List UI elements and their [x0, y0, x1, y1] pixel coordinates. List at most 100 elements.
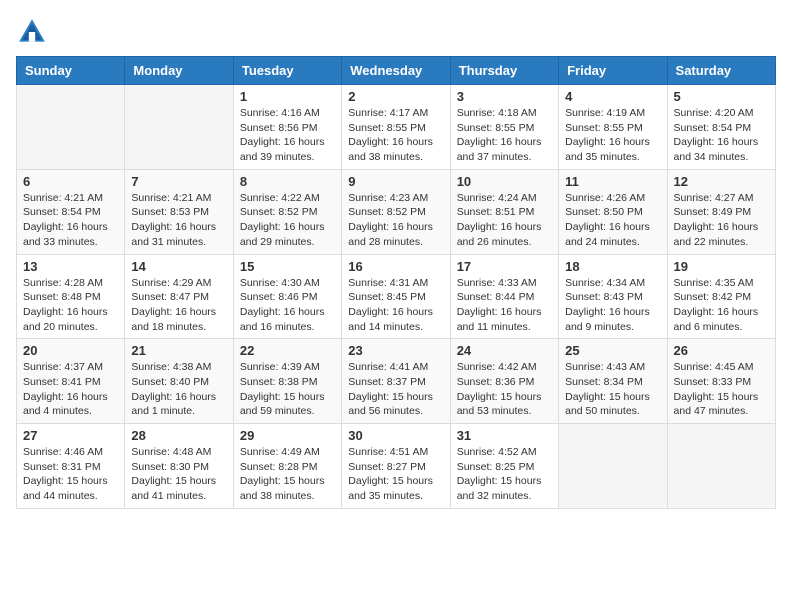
day-number: 29	[240, 428, 335, 443]
day-number: 1	[240, 89, 335, 104]
calendar-cell: 12 Sunrise: 4:27 AM Sunset: 8:49 PM Dayli…	[667, 169, 775, 254]
day-info: Sunrise: 4:51 AM Sunset: 8:27 PM Dayligh…	[348, 445, 443, 504]
weekday-header-sunday: Sunday	[17, 57, 125, 85]
calendar-cell: 20 Sunrise: 4:37 AM Sunset: 8:41 PM Dayli…	[17, 339, 125, 424]
calendar-week-4: 20 Sunrise: 4:37 AM Sunset: 8:41 PM Dayli…	[17, 339, 776, 424]
calendar-cell	[125, 85, 233, 170]
calendar-table: SundayMondayTuesdayWednesdayThursdayFrid…	[16, 56, 776, 509]
day-number: 12	[674, 174, 769, 189]
day-info: Sunrise: 4:21 AM Sunset: 8:54 PM Dayligh…	[23, 191, 118, 250]
calendar-cell: 10 Sunrise: 4:24 AM Sunset: 8:51 PM Dayli…	[450, 169, 558, 254]
day-info: Sunrise: 4:37 AM Sunset: 8:41 PM Dayligh…	[23, 360, 118, 419]
day-info: Sunrise: 4:24 AM Sunset: 8:51 PM Dayligh…	[457, 191, 552, 250]
calendar-cell: 19 Sunrise: 4:35 AM Sunset: 8:42 PM Dayli…	[667, 254, 775, 339]
calendar-cell: 25Sunrise: 4:43 AM Sunset: 8:34 PM Dayli…	[559, 339, 667, 424]
day-number: 26	[674, 343, 769, 358]
day-number: 7	[131, 174, 226, 189]
day-number: 14	[131, 259, 226, 274]
logo	[16, 16, 52, 48]
calendar-cell: 21 Sunrise: 4:38 AM Sunset: 8:40 PM Dayli…	[125, 339, 233, 424]
day-info: Sunrise: 4:29 AM Sunset: 8:47 PM Dayligh…	[131, 276, 226, 335]
day-number: 30	[348, 428, 443, 443]
day-info: Sunrise: 4:35 AM Sunset: 8:42 PM Dayligh…	[674, 276, 769, 335]
calendar-cell: 1 Sunrise: 4:16 AM Sunset: 8:56 PM Daylig…	[233, 85, 341, 170]
day-number: 15	[240, 259, 335, 274]
day-number: 25	[565, 343, 660, 358]
day-info: Sunrise: 4:30 AM Sunset: 8:46 PM Dayligh…	[240, 276, 335, 335]
day-number: 31	[457, 428, 552, 443]
weekday-header-thursday: Thursday	[450, 57, 558, 85]
calendar-cell: 31 Sunrise: 4:52 AM Sunset: 8:25 PM Dayli…	[450, 424, 558, 509]
calendar-cell: 5Sunrise: 4:20 AM Sunset: 8:54 PM Daylig…	[667, 85, 775, 170]
calendar-cell: 29 Sunrise: 4:49 AM Sunset: 8:28 PM Dayli…	[233, 424, 341, 509]
day-info: Sunrise: 4:33 AM Sunset: 8:44 PM Dayligh…	[457, 276, 552, 335]
day-number: 11	[565, 174, 660, 189]
weekday-header-friday: Friday	[559, 57, 667, 85]
day-info: Sunrise: 4:34 AM Sunset: 8:43 PM Dayligh…	[565, 276, 660, 335]
logo-icon	[16, 16, 48, 48]
day-number: 17	[457, 259, 552, 274]
day-number: 16	[348, 259, 443, 274]
calendar-cell: 30 Sunrise: 4:51 AM Sunset: 8:27 PM Dayli…	[342, 424, 450, 509]
calendar-cell: 7Sunrise: 4:21 AM Sunset: 8:53 PM Daylig…	[125, 169, 233, 254]
calendar-cell: 26 Sunrise: 4:45 AM Sunset: 8:33 PM Dayli…	[667, 339, 775, 424]
day-info: Sunrise: 4:16 AM Sunset: 8:56 PM Dayligh…	[240, 106, 335, 165]
day-number: 18	[565, 259, 660, 274]
day-info: Sunrise: 4:28 AM Sunset: 8:48 PM Dayligh…	[23, 276, 118, 335]
weekday-header-monday: Monday	[125, 57, 233, 85]
day-info: Sunrise: 4:23 AM Sunset: 8:52 PM Dayligh…	[348, 191, 443, 250]
day-number: 19	[674, 259, 769, 274]
day-info: Sunrise: 4:48 AM Sunset: 8:30 PM Dayligh…	[131, 445, 226, 504]
day-info: Sunrise: 4:27 AM Sunset: 8:49 PM Dayligh…	[674, 191, 769, 250]
day-info: Sunrise: 4:46 AM Sunset: 8:31 PM Dayligh…	[23, 445, 118, 504]
day-number: 27	[23, 428, 118, 443]
calendar-cell: 11 Sunrise: 4:26 AM Sunset: 8:50 PM Dayli…	[559, 169, 667, 254]
calendar-cell: 27 Sunrise: 4:46 AM Sunset: 8:31 PM Dayli…	[17, 424, 125, 509]
day-info: Sunrise: 4:39 AM Sunset: 8:38 PM Dayligh…	[240, 360, 335, 419]
calendar-cell: 28 Sunrise: 4:48 AM Sunset: 8:30 PM Dayli…	[125, 424, 233, 509]
day-info: Sunrise: 4:45 AM Sunset: 8:33 PM Dayligh…	[674, 360, 769, 419]
day-number: 20	[23, 343, 118, 358]
day-number: 8	[240, 174, 335, 189]
calendar-cell: 22 Sunrise: 4:39 AM Sunset: 8:38 PM Dayli…	[233, 339, 341, 424]
day-number: 6	[23, 174, 118, 189]
calendar-cell: 9 Sunrise: 4:23 AM Sunset: 8:52 PM Daylig…	[342, 169, 450, 254]
calendar-week-2: 6 Sunrise: 4:21 AM Sunset: 8:54 PM Daylig…	[17, 169, 776, 254]
day-info: Sunrise: 4:52 AM Sunset: 8:25 PM Dayligh…	[457, 445, 552, 504]
calendar-week-1: 1 Sunrise: 4:16 AM Sunset: 8:56 PM Daylig…	[17, 85, 776, 170]
weekday-header-wednesday: Wednesday	[342, 57, 450, 85]
day-number: 24	[457, 343, 552, 358]
calendar-cell: 4 Sunrise: 4:19 AM Sunset: 8:55 PM Daylig…	[559, 85, 667, 170]
day-info: Sunrise: 4:38 AM Sunset: 8:40 PM Dayligh…	[131, 360, 226, 419]
day-number: 4	[565, 89, 660, 104]
day-info: Sunrise: 4:26 AM Sunset: 8:50 PM Dayligh…	[565, 191, 660, 250]
page-header	[16, 16, 776, 48]
day-info: Sunrise: 4:42 AM Sunset: 8:36 PM Dayligh…	[457, 360, 552, 419]
calendar-cell: 23 Sunrise: 4:41 AM Sunset: 8:37 PM Dayli…	[342, 339, 450, 424]
calendar-cell: 18 Sunrise: 4:34 AM Sunset: 8:43 PM Dayli…	[559, 254, 667, 339]
day-number: 22	[240, 343, 335, 358]
calendar-cell	[667, 424, 775, 509]
calendar-cell	[559, 424, 667, 509]
day-number: 21	[131, 343, 226, 358]
calendar-cell: 3Sunrise: 4:18 AM Sunset: 8:55 PM Daylig…	[450, 85, 558, 170]
day-info: Sunrise: 4:20 AM Sunset: 8:54 PM Dayligh…	[674, 106, 769, 165]
day-number: 10	[457, 174, 552, 189]
day-info: Sunrise: 4:31 AM Sunset: 8:45 PM Dayligh…	[348, 276, 443, 335]
weekday-header-saturday: Saturday	[667, 57, 775, 85]
calendar-cell: 6 Sunrise: 4:21 AM Sunset: 8:54 PM Daylig…	[17, 169, 125, 254]
day-number: 9	[348, 174, 443, 189]
calendar-cell	[17, 85, 125, 170]
day-info: Sunrise: 4:22 AM Sunset: 8:52 PM Dayligh…	[240, 191, 335, 250]
day-number: 23	[348, 343, 443, 358]
day-number: 28	[131, 428, 226, 443]
day-info: Sunrise: 4:49 AM Sunset: 8:28 PM Dayligh…	[240, 445, 335, 504]
calendar-cell: 17 Sunrise: 4:33 AM Sunset: 8:44 PM Dayli…	[450, 254, 558, 339]
calendar-cell: 16 Sunrise: 4:31 AM Sunset: 8:45 PM Dayli…	[342, 254, 450, 339]
weekday-header-tuesday: Tuesday	[233, 57, 341, 85]
day-info: Sunrise: 4:19 AM Sunset: 8:55 PM Dayligh…	[565, 106, 660, 165]
day-number: 13	[23, 259, 118, 274]
day-info: Sunrise: 4:41 AM Sunset: 8:37 PM Dayligh…	[348, 360, 443, 419]
calendar-week-3: 13 Sunrise: 4:28 AM Sunset: 8:48 PM Dayli…	[17, 254, 776, 339]
calendar-cell: 14 Sunrise: 4:29 AM Sunset: 8:47 PM Dayli…	[125, 254, 233, 339]
